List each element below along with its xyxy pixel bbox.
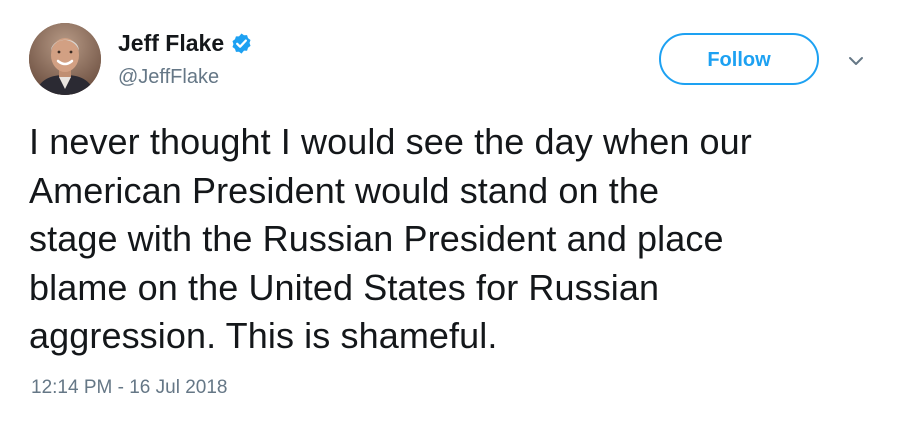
tweet-text-line: aggression. This is shameful. bbox=[29, 315, 498, 356]
chevron-down-icon[interactable] bbox=[845, 50, 867, 72]
tweet-text-line: blame on the United States for Russian bbox=[29, 266, 660, 308]
tweet-text-line: American President would stand on the bbox=[29, 169, 660, 211]
follow-button[interactable]: Follow bbox=[659, 33, 819, 85]
avatar[interactable] bbox=[29, 23, 101, 95]
tweet-text-line: stage with the Russian President and pla… bbox=[29, 218, 724, 259]
avatar-photo bbox=[29, 23, 101, 95]
tweet-text-line: I never thought I would see the day when… bbox=[29, 121, 752, 162]
display-name[interactable]: Jeff Flake bbox=[118, 29, 224, 57]
tweet-card: Jeff Flake @JeffFlake Follow I never tho… bbox=[0, 0, 902, 424]
tweet-text: I never thought I would see the day when… bbox=[29, 118, 879, 361]
tweet-timestamp[interactable]: 12:14 PM - 16 Jul 2018 bbox=[31, 376, 227, 400]
name-row: Jeff Flake bbox=[118, 29, 253, 57]
user-handle[interactable]: @JeffFlake bbox=[118, 65, 219, 89]
verified-badge-icon bbox=[230, 32, 253, 55]
